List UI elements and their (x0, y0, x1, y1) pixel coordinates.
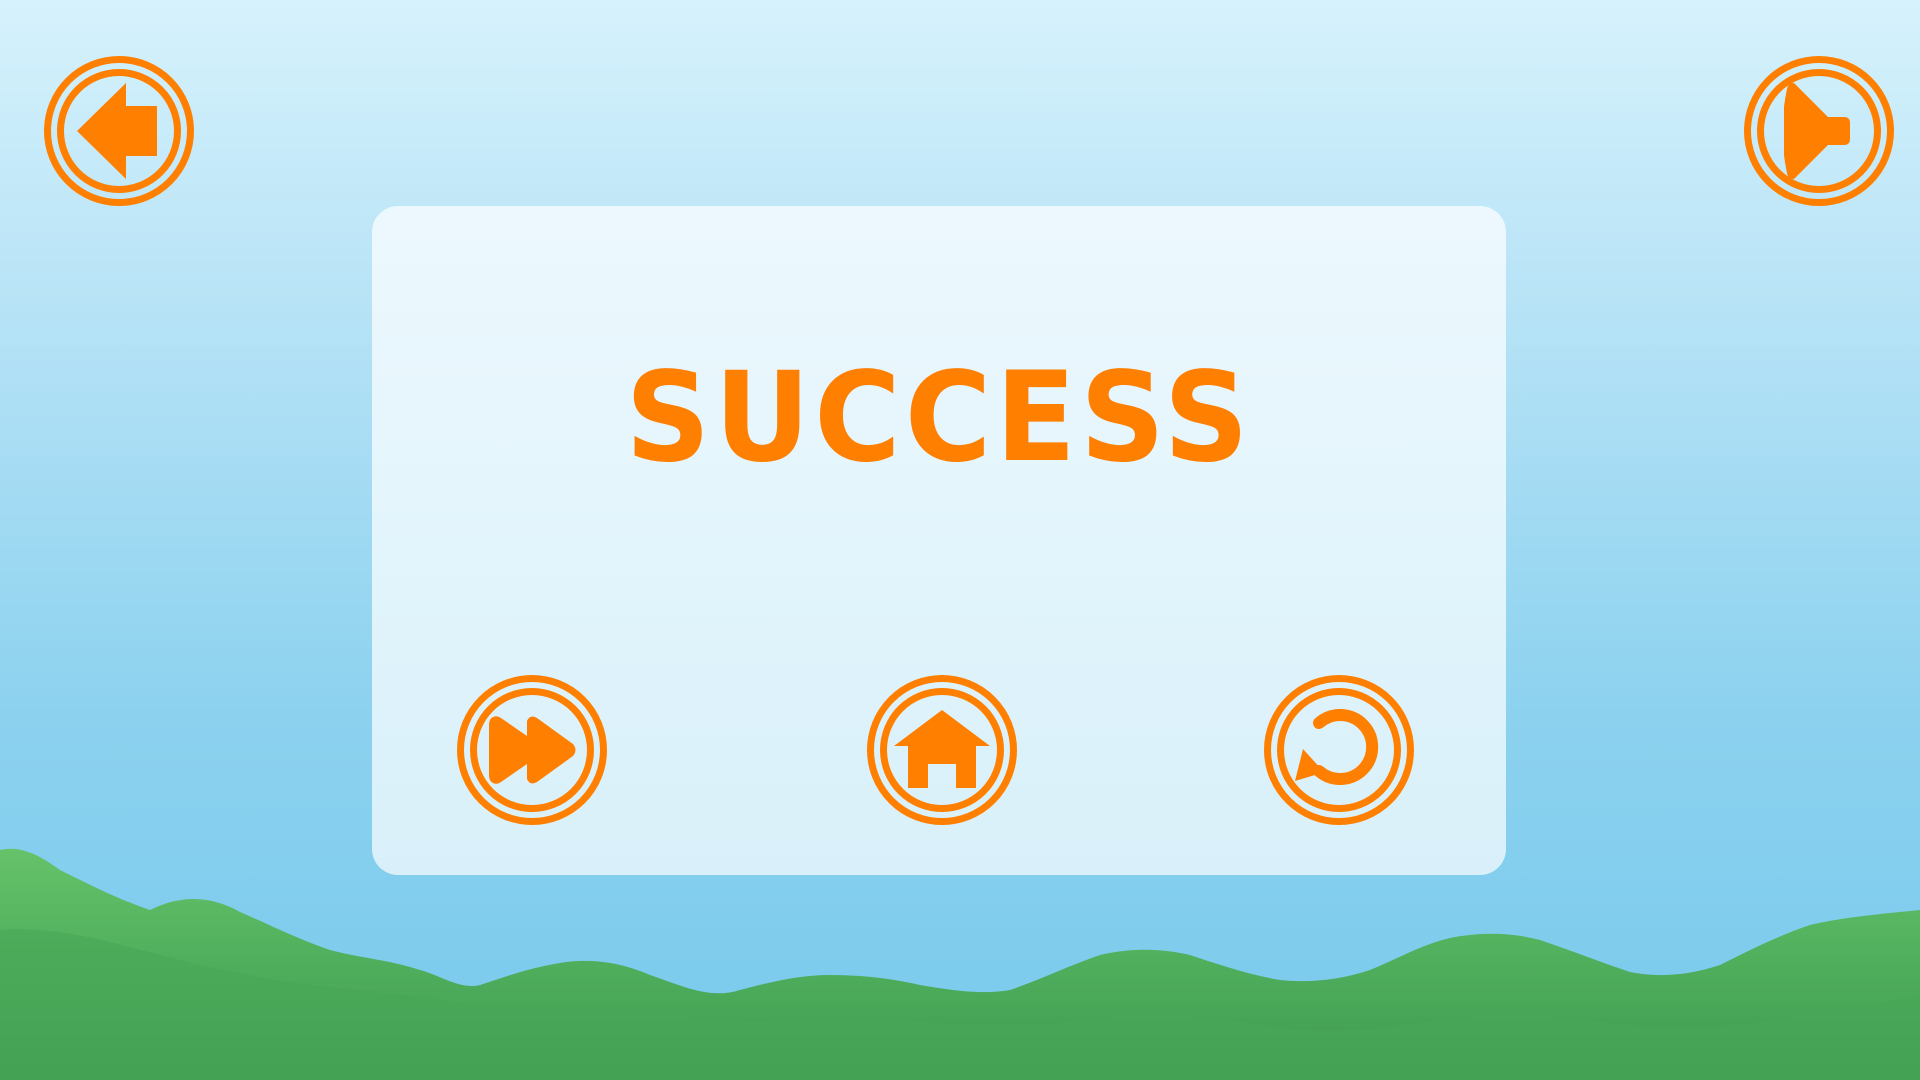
replay-button-ring (1277, 688, 1401, 812)
fast-forward-icon (487, 715, 577, 785)
success-dialog: SUCCESS (372, 206, 1506, 875)
back-button[interactable] (44, 56, 194, 206)
back-button-ring (57, 69, 181, 193)
success-title: SUCCESS (625, 344, 1253, 490)
arrow-left-icon (77, 81, 161, 181)
home-button[interactable] (867, 675, 1017, 825)
home-button-ring (880, 688, 1004, 812)
home-icon (892, 710, 992, 790)
replay-button[interactable] (1264, 675, 1414, 825)
game-scene: SUCCESS (0, 0, 1920, 1080)
speaker-icon (1784, 81, 1854, 181)
replay-icon (1291, 705, 1387, 795)
next-level-button[interactable] (457, 675, 607, 825)
sound-button[interactable] (1744, 56, 1894, 206)
sound-button-ring (1757, 69, 1881, 193)
next-level-button-ring (470, 688, 594, 812)
